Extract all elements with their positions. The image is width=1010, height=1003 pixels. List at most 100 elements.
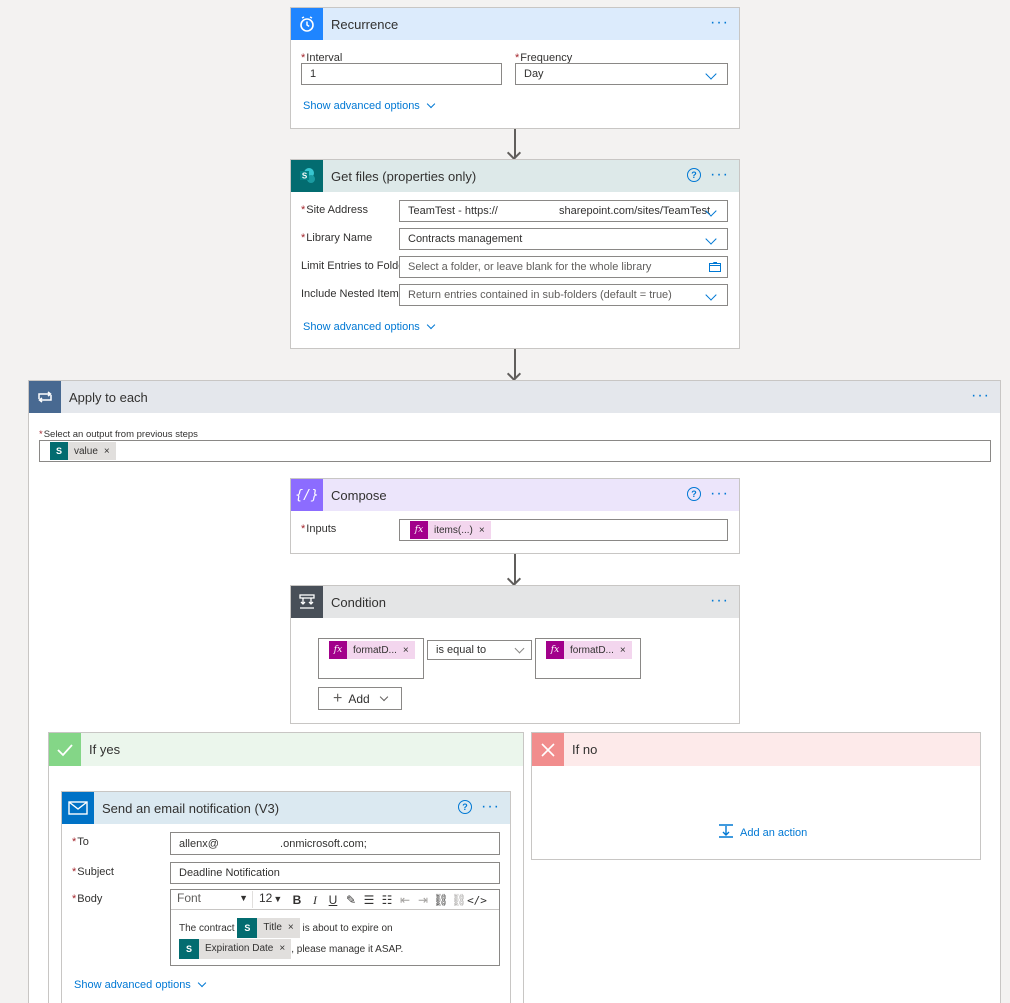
svg-text:S: S: [302, 172, 308, 181]
condition-title: Condition: [331, 594, 386, 610]
add-an-action-link[interactable]: Add an action: [718, 824, 807, 841]
close-icon: [532, 733, 564, 766]
get-files-card: S Get files (properties only) ? ··· *Sit…: [290, 159, 740, 349]
mail-icon: [62, 792, 94, 824]
apply-to-each-title: Apply to each: [69, 389, 148, 405]
condition-right-operand[interactable]: fx formatD... ×: [535, 638, 641, 679]
if-no-title: If no: [572, 742, 598, 757]
include-nested-label: Include Nested Items: [301, 288, 405, 300]
body-editor[interactable]: Font ▼ 12▼ B I U ✎ ☰ ☷ ⇤ ⇥ ⛓ ⛓ </> The co…: [170, 889, 500, 966]
get-files-title: Get files (properties only): [331, 168, 477, 184]
condition-header[interactable]: Condition ···: [291, 586, 739, 618]
function-icon: fx: [329, 641, 347, 659]
bullet-list-icon[interactable]: ☰: [361, 892, 377, 908]
remove-token-icon[interactable]: ×: [403, 645, 409, 656]
expiration-date-token[interactable]: S Expiration Date ×: [179, 939, 292, 959]
condition-icon: [291, 586, 323, 618]
apply-to-each-header[interactable]: Apply to each ···: [29, 381, 1000, 413]
library-name-select[interactable]: Contracts management: [399, 228, 728, 250]
chevron-down-icon: [426, 99, 436, 109]
body-content: The contract S Title × is about to expire …: [179, 918, 495, 960]
limit-folder-input[interactable]: Select a folder, or leave blank for the …: [399, 256, 728, 278]
folder-icon[interactable]: [709, 262, 721, 275]
compose-icon: {/}: [291, 479, 323, 511]
get-files-header[interactable]: S Get files (properties only) ? ···: [291, 160, 739, 192]
sharepoint-icon: S: [50, 442, 68, 460]
more-options-icon[interactable]: ···: [710, 593, 729, 609]
if-yes-title: If yes: [89, 742, 121, 757]
show-advanced-options-link[interactable]: Show advanced options: [303, 99, 436, 112]
more-options-icon[interactable]: ···: [710, 167, 729, 183]
body-label: *Body: [72, 893, 103, 905]
recurrence-header[interactable]: Recurrence ···: [291, 8, 739, 40]
condition-left-operand[interactable]: fx formatD... ×: [318, 638, 424, 679]
chevron-down-icon: [705, 233, 717, 245]
remove-token-icon[interactable]: ×: [104, 446, 110, 457]
more-options-icon[interactable]: ···: [710, 15, 729, 31]
format-date-token[interactable]: fx formatD... ×: [546, 641, 632, 659]
numbered-list-icon[interactable]: ☷: [379, 892, 395, 908]
if-no-branch: If no Add an action: [531, 732, 981, 860]
send-email-header[interactable]: Send an email notification (V3) ? ···: [62, 792, 510, 824]
send-email-card: Send an email notification (V3) ? ··· *T…: [61, 791, 511, 1003]
if-no-header[interactable]: If no: [532, 733, 980, 766]
italic-icon[interactable]: I: [307, 892, 323, 908]
unlink-icon[interactable]: ⛓: [451, 892, 467, 908]
rich-text-toolbar: Font ▼ 12▼ B I U ✎ ☰ ☷ ⇤ ⇥ ⛓ ⛓ </>: [171, 890, 499, 910]
caret-down-icon: ▼: [239, 893, 248, 903]
add-action-icon: [718, 824, 734, 841]
show-advanced-options-link[interactable]: Show advanced options: [303, 320, 436, 333]
condition-operator-select[interactable]: is equal to: [427, 640, 532, 660]
format-buttons: B I U ✎ ☰ ☷ ⇤ ⇥ ⛓ ⛓ </>: [289, 892, 487, 908]
font-size-select[interactable]: 12▼: [259, 891, 287, 908]
clock-icon: [291, 8, 323, 40]
subject-input[interactable]: Deadline Notification: [170, 862, 500, 884]
code-view-icon[interactable]: </>: [467, 892, 487, 908]
if-yes-header[interactable]: If yes: [49, 733, 523, 766]
inputs-label: *Inputs: [301, 523, 337, 535]
sharepoint-icon: S: [291, 160, 323, 192]
items-expression-token[interactable]: fx items(...) ×: [410, 521, 491, 539]
increase-indent-icon[interactable]: ⇥: [415, 892, 431, 908]
site-address-select[interactable]: TeamTest - https:// sharepoint.com/sites…: [399, 200, 728, 222]
help-icon[interactable]: ?: [687, 168, 701, 182]
interval-input[interactable]: 1: [301, 63, 502, 85]
underline-icon[interactable]: U: [325, 892, 341, 908]
show-advanced-options-link[interactable]: Show advanced options: [74, 978, 207, 991]
help-icon[interactable]: ?: [687, 487, 701, 501]
chevron-down-icon: [705, 68, 717, 80]
remove-token-icon[interactable]: ×: [620, 645, 626, 656]
link-icon[interactable]: ⛓: [433, 892, 449, 908]
sharepoint-icon: S: [179, 939, 199, 959]
bold-icon[interactable]: B: [289, 892, 305, 908]
add-condition-button[interactable]: + Add: [318, 687, 402, 710]
recurrence-card: Recurrence ··· *Interval 1 *Frequency Da…: [290, 7, 740, 129]
remove-token-icon[interactable]: ×: [279, 939, 285, 959]
remove-token-icon[interactable]: ×: [479, 525, 485, 536]
more-options-icon[interactable]: ···: [971, 388, 990, 404]
check-icon: [49, 733, 81, 766]
highlight-icon[interactable]: ✎: [343, 892, 359, 908]
chevron-down-icon: [514, 643, 525, 654]
format-date-token[interactable]: fx formatD... ×: [329, 641, 415, 659]
help-icon[interactable]: ?: [458, 800, 472, 814]
site-address-label: *Site Address: [301, 204, 369, 216]
frequency-select[interactable]: Day: [515, 63, 728, 85]
title-token[interactable]: S Title ×: [237, 918, 300, 938]
to-label: *To: [72, 836, 89, 848]
select-output-input[interactable]: Svalue ×: [39, 440, 991, 462]
font-select[interactable]: Font ▼: [175, 891, 253, 908]
include-nested-select[interactable]: Return entries contained in sub-folders …: [399, 284, 728, 306]
more-options-icon[interactable]: ···: [710, 486, 729, 502]
chevron-down-icon: [379, 692, 389, 702]
decrease-indent-icon[interactable]: ⇤: [397, 892, 413, 908]
compose-title: Compose: [331, 487, 387, 503]
more-options-icon[interactable]: ···: [481, 799, 500, 815]
limit-folder-label: Limit Entries to Folder: [301, 260, 408, 272]
value-token[interactable]: Svalue ×: [50, 442, 116, 460]
compose-header[interactable]: {/} Compose ? ···: [291, 479, 739, 511]
remove-token-icon[interactable]: ×: [288, 918, 294, 938]
to-input[interactable]: allenx@ .onmicrosoft.com;: [170, 832, 500, 855]
loop-icon: [29, 381, 61, 413]
inputs-input[interactable]: fx items(...) ×: [399, 519, 728, 541]
